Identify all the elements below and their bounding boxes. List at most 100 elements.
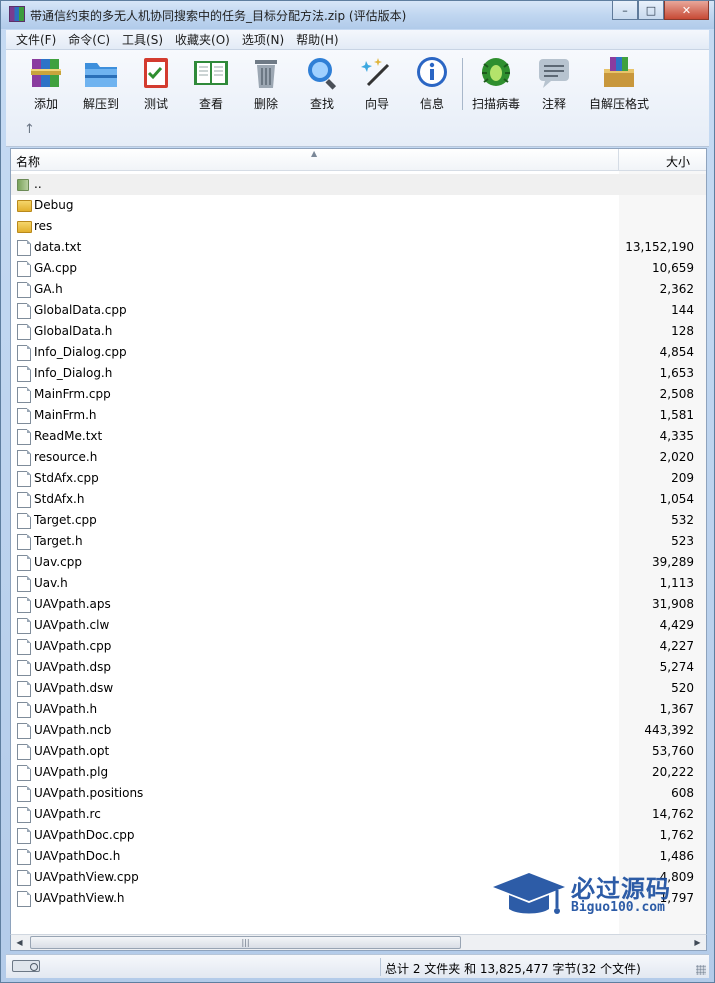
file-row[interactable]: UAVpath.plg 20,222 xyxy=(11,762,706,783)
file-name: Info_Dialog.h xyxy=(34,366,113,380)
watermark-logo: 必过源码 Biguo100.com xyxy=(491,867,715,927)
scrollbar-thumb[interactable]: ||| xyxy=(30,936,461,949)
file-name: GA.cpp xyxy=(34,261,77,275)
wizard-button[interactable]: 向导 xyxy=(349,55,405,112)
file-icon xyxy=(17,891,31,907)
file-row[interactable]: UAVpath.dsp 5,274 xyxy=(11,657,706,678)
scan-virus-button[interactable]: 扫描病毒 xyxy=(468,55,524,112)
file-icon xyxy=(17,324,31,340)
info-button[interactable]: 信息 xyxy=(404,55,460,112)
sfx-label: 自解压格式 xyxy=(588,97,649,111)
close-button[interactable]: ✕ xyxy=(664,1,709,20)
minimize-button[interactable]: – xyxy=(612,1,638,20)
up-folder-icon[interactable]: ↑ xyxy=(24,122,35,137)
folder-row[interactable]: Debug xyxy=(11,195,706,216)
file-row[interactable]: GlobalData.h 128 xyxy=(11,321,706,342)
file-name: UAVpath.opt xyxy=(34,744,110,758)
file-row[interactable]: UAVpath.dsw 520 xyxy=(11,678,706,699)
extract-button[interactable]: 解压到 xyxy=(73,55,129,112)
folder-row[interactable]: res xyxy=(11,216,706,237)
file-name: GA.h xyxy=(34,282,63,296)
extract-label: 解压到 xyxy=(82,97,119,111)
file-icon xyxy=(17,492,31,508)
window-controls: – □ ✕ xyxy=(612,1,709,20)
folder-icon xyxy=(17,200,32,212)
file-size: 1,581 xyxy=(659,408,694,422)
folder-icon xyxy=(17,221,32,233)
file-list[interactable]: 名称 ▲ 大小 .. Debug res data.txt 13,152,190 GA.c… xyxy=(10,148,707,936)
file-row[interactable]: Target.cpp 532 xyxy=(11,510,706,531)
title-bar[interactable]: 带通信约束的多无人机协同搜索中的任务_目标分配方法.zip (评估版本) – □… xyxy=(1,1,714,29)
file-row[interactable]: UAVpathDoc.h 1,486 xyxy=(11,846,706,867)
file-name: Uav.h xyxy=(34,576,68,590)
file-icon xyxy=(17,282,31,298)
column-header-size[interactable]: 大小 xyxy=(666,153,690,170)
file-row[interactable]: Target.h 523 xyxy=(11,531,706,552)
file-row[interactable]: UAVpath.rc 14,762 xyxy=(11,804,706,825)
watermark-url: Biguo100.com xyxy=(571,900,665,915)
file-row[interactable]: MainFrm.cpp 2,508 xyxy=(11,384,706,405)
scroll-left-arrow-icon[interactable]: ◀ xyxy=(11,935,28,950)
file-row[interactable]: Info_Dialog.cpp 4,854 xyxy=(11,342,706,363)
extract-folder-icon xyxy=(82,55,120,91)
menu-commands[interactable]: 命令(C) xyxy=(62,31,116,48)
file-size: 39,289 xyxy=(652,555,694,569)
file-icon xyxy=(17,387,31,403)
menu-help[interactable]: 帮助(H) xyxy=(290,31,344,48)
file-row[interactable]: Uav.h 1,113 xyxy=(11,573,706,594)
file-icon xyxy=(17,639,31,655)
parent-dir-row[interactable]: .. xyxy=(11,174,706,195)
horizontal-scrollbar[interactable]: ◀ ||| ▶ xyxy=(10,934,707,951)
menu-bar: 文件(F) 命令(C) 工具(S) 收藏夹(O) 选项(N) 帮助(H) xyxy=(6,30,709,50)
file-row[interactable]: GA.h 2,362 xyxy=(11,279,706,300)
resize-grip-icon[interactable] xyxy=(696,965,706,975)
delete-button[interactable]: 删除 xyxy=(238,55,294,112)
file-name: MainFrm.cpp xyxy=(34,387,111,401)
wizard-label: 向导 xyxy=(364,97,389,111)
file-row[interactable]: UAVpath.cpp 4,227 xyxy=(11,636,706,657)
comment-button[interactable]: 注释 xyxy=(526,55,582,112)
file-row[interactable]: MainFrm.h 1,581 xyxy=(11,405,706,426)
file-icon xyxy=(17,555,31,571)
file-row[interactable]: GlobalData.cpp 144 xyxy=(11,300,706,321)
file-name: GlobalData.h xyxy=(34,324,113,338)
file-size: 209 xyxy=(671,471,694,485)
test-button[interactable]: 测试 xyxy=(128,55,184,112)
file-row[interactable]: UAVpath.h 1,367 xyxy=(11,699,706,720)
menu-tools[interactable]: 工具(S) xyxy=(116,31,169,48)
file-size: 5,274 xyxy=(659,660,694,674)
file-name: UAVpath.clw xyxy=(34,618,110,632)
file-icon xyxy=(17,786,31,802)
file-icon xyxy=(17,828,31,844)
file-row[interactable]: data.txt 13,152,190 xyxy=(11,237,706,258)
menu-favorites[interactable]: 收藏夹(O) xyxy=(169,31,236,48)
file-row[interactable]: StdAfx.h 1,054 xyxy=(11,489,706,510)
file-row[interactable]: ReadMe.txt 4,335 xyxy=(11,426,706,447)
view-button[interactable]: 查看 xyxy=(183,55,239,112)
file-row[interactable]: GA.cpp 10,659 xyxy=(11,258,706,279)
file-row[interactable]: Uav.cpp 39,289 xyxy=(11,552,706,573)
maximize-button[interactable]: □ xyxy=(638,1,664,20)
drive-key-icon[interactable] xyxy=(12,960,40,972)
sfx-button[interactable]: 自解压格式 xyxy=(584,55,654,112)
file-row[interactable]: resource.h 2,020 xyxy=(11,447,706,468)
file-row[interactable]: UAVpath.ncb 443,392 xyxy=(11,720,706,741)
file-row[interactable]: UAVpath.positions 608 xyxy=(11,783,706,804)
file-row[interactable]: UAVpath.aps 31,908 xyxy=(11,594,706,615)
file-row[interactable]: StdAfx.cpp 209 xyxy=(11,468,706,489)
scroll-right-arrow-icon[interactable]: ▶ xyxy=(689,935,706,950)
file-row[interactable]: Info_Dialog.h 1,653 xyxy=(11,363,706,384)
file-size: 13,152,190 xyxy=(625,240,694,254)
menu-file[interactable]: 文件(F) xyxy=(10,31,62,48)
find-button[interactable]: 查找 xyxy=(294,55,350,112)
file-name: ReadMe.txt xyxy=(34,429,103,443)
file-row[interactable]: UAVpath.opt 53,760 xyxy=(11,741,706,762)
menu-options[interactable]: 选项(N) xyxy=(236,31,290,48)
file-row[interactable]: UAVpathDoc.cpp 1,762 xyxy=(11,825,706,846)
file-row[interactable]: UAVpath.clw 4,429 xyxy=(11,615,706,636)
winrar-app-icon[interactable] xyxy=(9,6,25,22)
file-icon xyxy=(17,408,31,424)
column-divider[interactable] xyxy=(618,149,619,171)
column-header-name[interactable]: 名称 xyxy=(16,153,40,170)
add-button[interactable]: 添加 xyxy=(18,55,74,112)
